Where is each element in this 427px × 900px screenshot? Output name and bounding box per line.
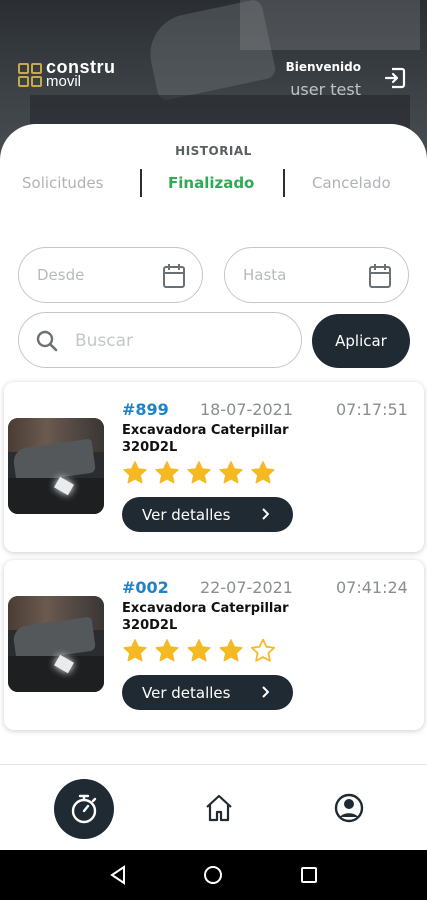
- rating-stars: [122, 460, 282, 486]
- star-filled-icon: [155, 461, 179, 484]
- order-time: 07:17:51: [336, 400, 408, 419]
- logout-button[interactable]: [383, 66, 407, 90]
- username: user test: [290, 80, 361, 99]
- back-icon[interactable]: [108, 865, 128, 885]
- app-logo: constru movil: [18, 57, 116, 90]
- star-filled-icon: [251, 461, 275, 484]
- from-date-placeholder: Desde: [37, 266, 85, 284]
- logout-icon: [384, 67, 406, 89]
- order-id: #002: [122, 578, 169, 597]
- view-details-label: Ver detalles: [142, 683, 231, 702]
- calendar-icon[interactable]: [368, 263, 392, 289]
- tab-divider: [283, 169, 285, 197]
- tab-divider: [140, 169, 142, 197]
- order-id: #899: [122, 400, 169, 419]
- star-filled-icon: [187, 461, 211, 484]
- search-field[interactable]: [18, 312, 302, 368]
- rating-stars: [122, 638, 282, 664]
- view-details-button[interactable]: Ver detalles: [122, 497, 293, 532]
- home-icon: [206, 794, 232, 822]
- view-details-button[interactable]: Ver detalles: [122, 675, 293, 710]
- logo-text-constru: constru: [46, 57, 116, 77]
- background-building: [240, 0, 420, 50]
- machine-thumbnail: [8, 596, 104, 692]
- star-filled-icon: [155, 639, 179, 662]
- to-date-placeholder: Hasta: [243, 266, 287, 284]
- nav-history-button[interactable]: [54, 779, 114, 839]
- machine-name: Excavadora Caterpillar 320D2L: [122, 601, 289, 633]
- star-filled-icon: [123, 639, 147, 662]
- timer-icon: [71, 794, 97, 824]
- tab-solicitudes[interactable]: Solicitudes: [22, 174, 103, 192]
- bottom-navigation: [0, 764, 427, 850]
- welcome-label: Bienvenido: [285, 60, 361, 74]
- logo-icon: [18, 62, 42, 87]
- search-icon: [36, 330, 58, 352]
- star-empty-icon: [250, 638, 276, 662]
- tab-cancelado[interactable]: Cancelado: [312, 174, 391, 192]
- apply-button[interactable]: Aplicar: [312, 314, 410, 368]
- order-card: #002 22-07-2021 07:41:24 Excavadora Cate…: [4, 560, 424, 730]
- nav-home-button[interactable]: [203, 792, 235, 828]
- search-input[interactable]: [75, 327, 285, 355]
- star-filled-icon: [187, 639, 211, 662]
- order-date: 18-07-2021: [200, 400, 293, 419]
- star-filled-icon: [219, 461, 243, 484]
- history-tabs: Solicitudes Finalizado Cancelado: [0, 174, 427, 198]
- recent-apps-icon[interactable]: [300, 866, 318, 884]
- nav-profile-button[interactable]: [334, 793, 364, 827]
- chevron-right-icon: [262, 508, 269, 520]
- system-navigation-bar: [0, 850, 427, 900]
- order-date: 22-07-2021: [200, 578, 293, 597]
- machine-name: Excavadora Caterpillar 320D2L: [122, 423, 289, 455]
- order-card: #899 18-07-2021 07:17:51 Excavadora Cate…: [4, 382, 424, 552]
- order-time: 07:41:24: [336, 578, 408, 597]
- welcome-block: Bienvenido user test: [286, 60, 361, 99]
- star-filled-icon: [219, 639, 243, 662]
- logo-text-movil: movil: [46, 73, 82, 90]
- view-details-label: Ver detalles: [142, 505, 231, 524]
- home-circle-icon[interactable]: [203, 865, 223, 885]
- history-title: HISTORIAL: [175, 144, 252, 158]
- tab-finalizado[interactable]: Finalizado: [168, 174, 254, 192]
- profile-icon: [334, 793, 364, 823]
- machine-thumbnail: [8, 418, 104, 514]
- star-filled-icon: [123, 461, 147, 484]
- chevron-right-icon: [262, 686, 269, 698]
- calendar-icon[interactable]: [162, 263, 186, 289]
- from-date-field[interactable]: Desde: [18, 247, 203, 303]
- to-date-field[interactable]: Hasta: [224, 247, 409, 303]
